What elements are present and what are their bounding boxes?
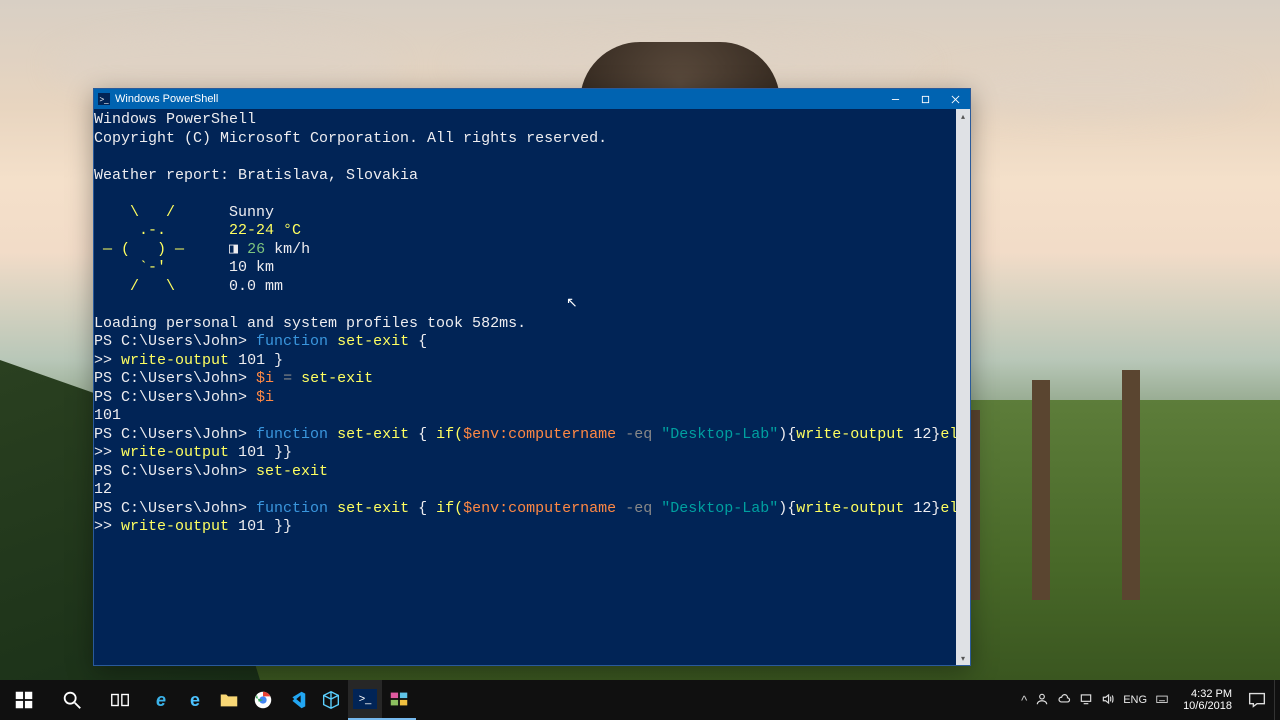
people-icon[interactable] — [1035, 692, 1049, 709]
powershell-icon: >_ — [98, 93, 110, 105]
ps-line: PS C:\Users\John> function set-exit { if… — [94, 426, 956, 445]
cloud-icon[interactable] — [1057, 692, 1071, 709]
taskbar-app-explorer[interactable] — [212, 680, 246, 720]
ie-icon: e — [150, 689, 172, 711]
edge-icon: e — [184, 689, 206, 711]
language-indicator[interactable]: ENG — [1123, 694, 1147, 706]
close-button[interactable] — [940, 89, 970, 109]
window-controls — [880, 89, 970, 109]
minimize-button[interactable] — [880, 89, 910, 109]
chrome-icon — [252, 689, 274, 711]
keyboard-icon[interactable] — [1155, 692, 1169, 709]
powershell-icon: >_ — [353, 689, 377, 709]
show-desktop-button[interactable] — [1274, 680, 1280, 720]
taskview-icon — [109, 689, 131, 711]
maximize-button[interactable] — [910, 89, 940, 109]
volume-icon[interactable] — [1101, 692, 1115, 709]
windows-icon — [13, 689, 35, 711]
search-icon — [61, 689, 83, 711]
task-view-button[interactable] — [96, 680, 144, 720]
taskbar-app-other[interactable] — [382, 680, 416, 720]
weather-line: .-. 22-24 °C — [94, 222, 956, 241]
powershell-window: >_ Windows PowerShell Windows PowerShell… — [93, 88, 971, 666]
start-button[interactable] — [0, 680, 48, 720]
scroll-up-button[interactable]: ▴ — [956, 109, 970, 123]
terminal-output[interactable]: Windows PowerShellCopyright (C) Microsof… — [94, 109, 956, 665]
tray-chevron-icon[interactable]: ^ — [1021, 693, 1027, 708]
taskbar-app-chrome[interactable] — [246, 680, 280, 720]
network-icon[interactable] — [1079, 692, 1093, 709]
folder-icon — [218, 689, 240, 711]
weather-title: Weather report: Bratislava, Slovakia — [94, 167, 956, 186]
titlebar[interactable]: >_ Windows PowerShell — [94, 89, 970, 109]
weather-line: \ / Sunny — [94, 204, 956, 223]
ps-line: PS C:\Users\John> $i — [94, 389, 956, 408]
weather-line: `-' 10 km — [94, 259, 956, 278]
notification-icon — [1246, 689, 1268, 711]
scroll-down-button[interactable]: ▾ — [956, 651, 970, 665]
search-button[interactable] — [48, 680, 96, 720]
ps-cont-line: >> write-output 101 } — [94, 352, 956, 371]
copyright-line: Copyright (C) Microsoft Corporation. All… — [94, 130, 956, 149]
ps-cont-line: >> write-output 101 }} — [94, 518, 956, 537]
taskbar-clock[interactable]: 4:32 PM 10/6/2018 — [1175, 688, 1240, 712]
taskbar-app-ie[interactable]: e — [144, 680, 178, 720]
ps-line: PS C:\Users\John> function set-exit { if… — [94, 500, 956, 519]
taskbar-app-powershell[interactable]: >_ — [348, 680, 382, 720]
taskbar-app-edge[interactable]: e — [178, 680, 212, 720]
ps-line: PS C:\Users\John> $i = set-exit — [94, 370, 956, 389]
scrollbar[interactable]: ▴ ▾ — [956, 109, 970, 665]
weather-line: / \ 0.0 mm — [94, 278, 956, 297]
output-line: 101 — [94, 407, 956, 426]
taskbar-app-vscode[interactable] — [280, 680, 314, 720]
action-center-button[interactable] — [1240, 689, 1274, 711]
weather-line: ― ( ) ― ◨ 26 km/h — [94, 241, 956, 260]
taskbar: e e >_ ^ ENG 4:32 PM 10/6/2018 — [0, 680, 1280, 720]
ps-cont-line: >> write-output 101 }} — [94, 444, 956, 463]
vscode-icon — [286, 689, 308, 711]
system-tray: ^ ENG — [1015, 692, 1175, 709]
clock-time: 4:32 PM — [1183, 688, 1232, 700]
ps-line: PS C:\Users\John> function set-exit { — [94, 333, 956, 352]
profiles-line: Loading personal and system profiles too… — [94, 315, 956, 334]
cube-icon — [320, 689, 342, 711]
ps-line: PS C:\Users\John> set-exit — [94, 463, 956, 482]
clock-date: 10/6/2018 — [1183, 700, 1232, 712]
window-title: Windows PowerShell — [115, 93, 218, 105]
colorgrid-icon — [388, 688, 410, 710]
header-line: Windows PowerShell — [94, 111, 956, 130]
output-line: 12 — [94, 481, 956, 500]
taskbar-app-box[interactable] — [314, 680, 348, 720]
